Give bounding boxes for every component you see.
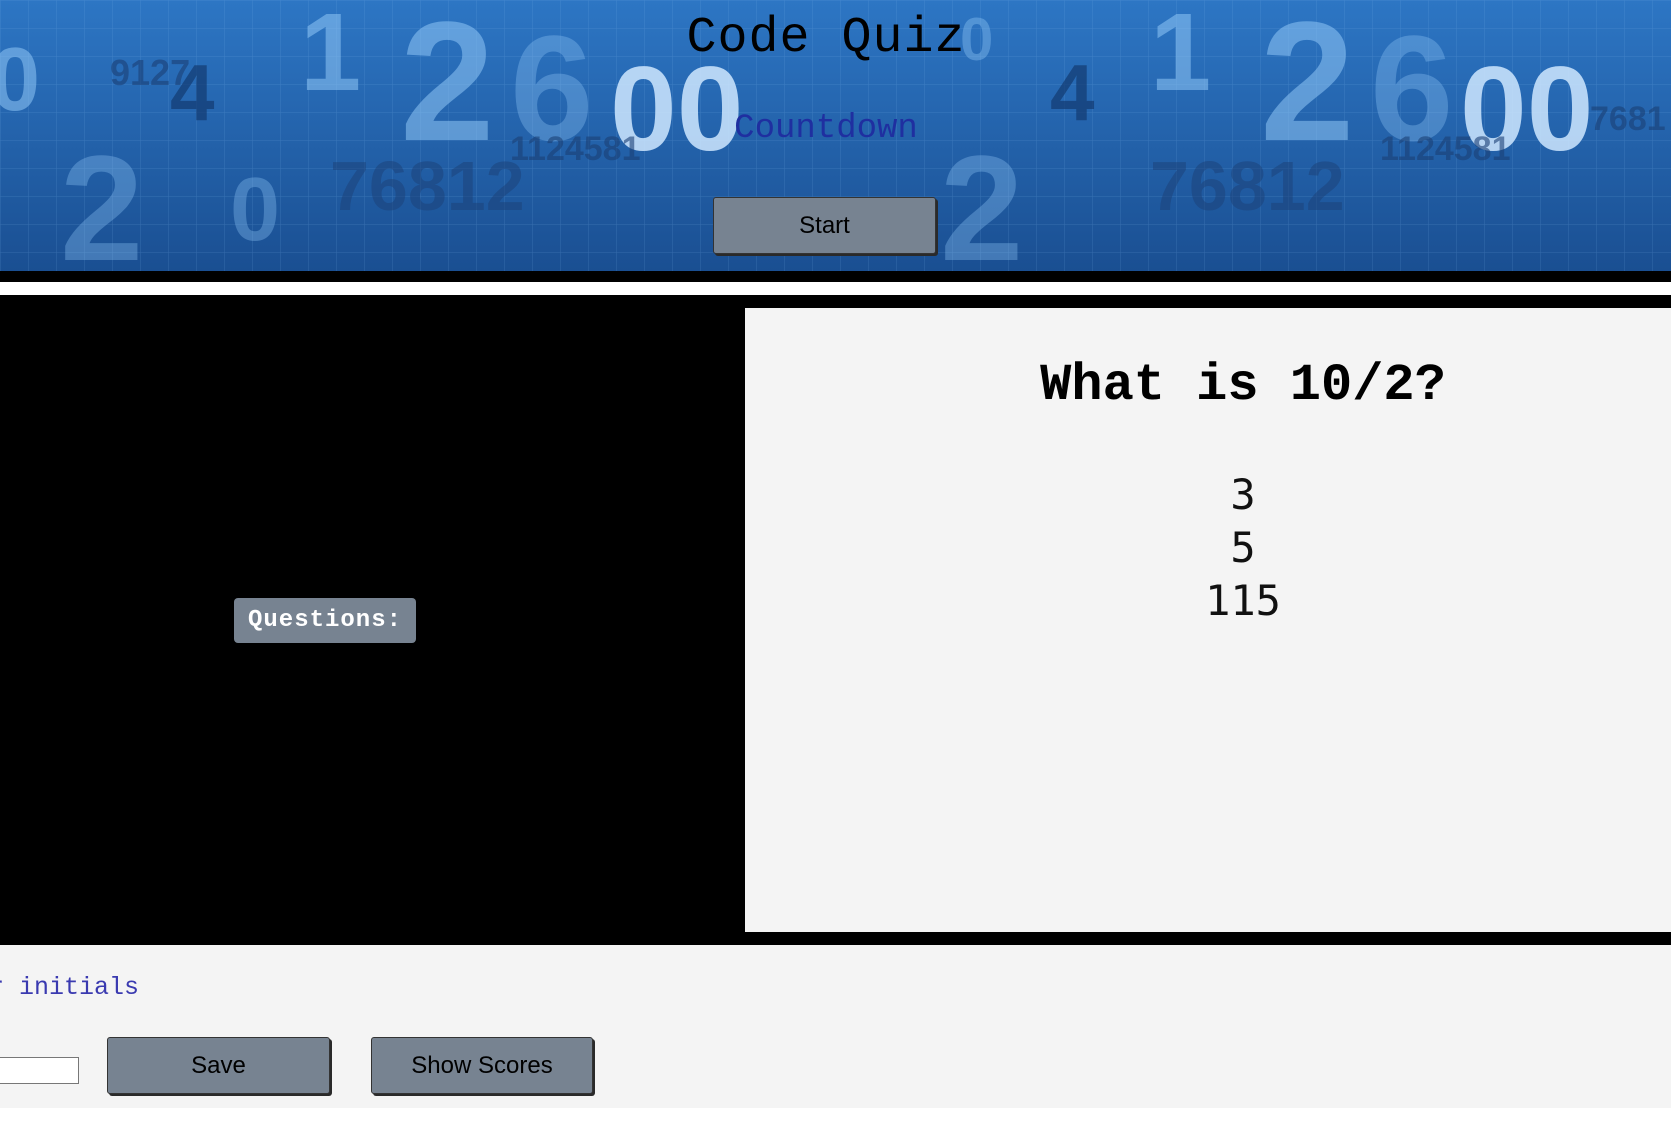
- question-card: What is 10/2? 3 5 115: [745, 308, 1671, 932]
- score-footer: ur initials Save Show Scores: [0, 945, 1671, 1108]
- svg-text:0: 0: [230, 160, 280, 260]
- countdown-timer: Countdown: [734, 110, 918, 148]
- answer-option[interactable]: 3: [745, 468, 1671, 521]
- section-divider: [0, 282, 1671, 295]
- svg-text:76812: 76812: [1150, 147, 1345, 225]
- answer-option[interactable]: 5: [745, 521, 1671, 574]
- header-banner: 0 9127 4 1 2 6 00 1124581 2 0 76812 0 4 …: [0, 0, 1671, 271]
- question-text: What is 10/2?: [1040, 356, 1446, 415]
- header-divider: [0, 271, 1671, 282]
- save-button[interactable]: Save: [107, 1037, 330, 1094]
- quiz-area: Questions: What is 10/2? 3 5 115: [0, 295, 1671, 945]
- start-button[interactable]: Start: [713, 197, 936, 254]
- questions-label: Questions:: [234, 598, 416, 643]
- page-title: Code Quiz: [686, 10, 966, 67]
- svg-text:76812: 76812: [330, 147, 525, 225]
- initials-label: ur initials: [0, 973, 140, 1002]
- answer-option[interactable]: 115: [745, 574, 1671, 627]
- show-scores-button[interactable]: Show Scores: [371, 1037, 593, 1094]
- answer-list: 3 5 115: [745, 468, 1671, 627]
- initials-input[interactable]: [0, 1057, 79, 1084]
